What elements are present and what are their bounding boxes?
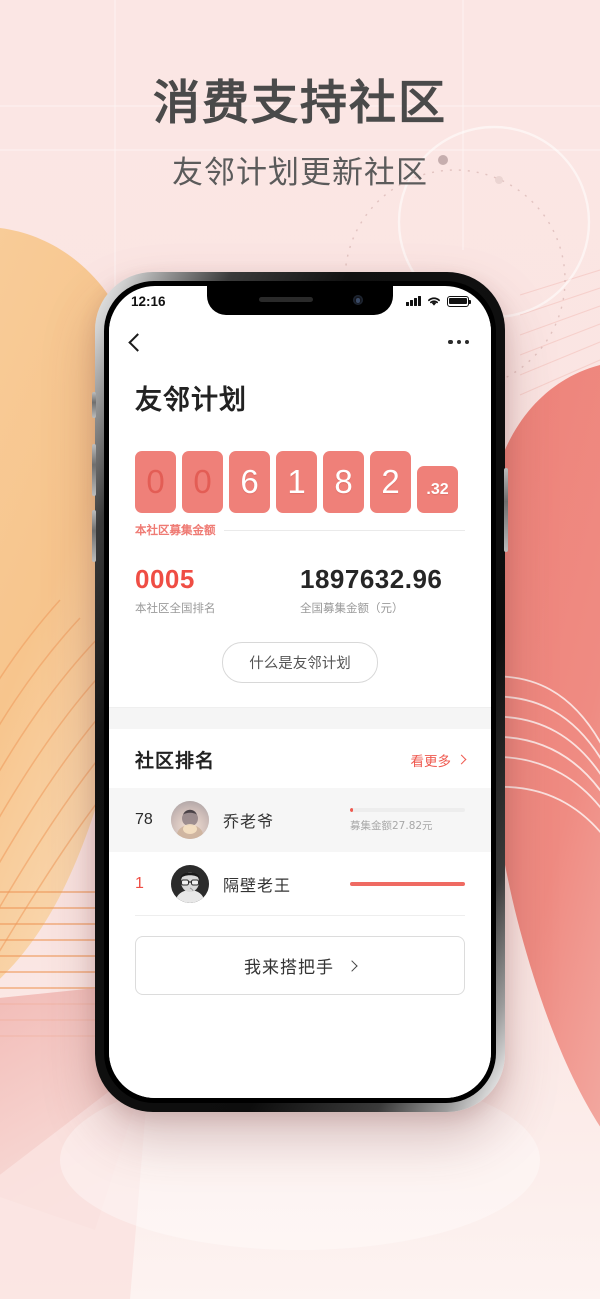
fund-counter: 0 0 6 1 8 2 .32 — [109, 417, 491, 513]
battery-full-icon — [447, 295, 472, 307]
stat-national-total: 1897632.96 全国募集金额（元） — [300, 564, 465, 616]
see-more-link[interactable]: 看更多 — [410, 750, 467, 770]
ranking-title: 社区排名 — [135, 750, 216, 772]
counter-digit: 1 — [276, 451, 317, 513]
stat-rank: 0005 本社区全国排名 — [135, 564, 300, 616]
counter-fraction: .32 — [417, 466, 458, 513]
lend-a-hand-button[interactable]: 我来搭把手 — [135, 936, 465, 995]
rank-amount-label: 募集金额27.82元 — [350, 819, 433, 832]
progress-track — [350, 807, 465, 812]
avatar — [171, 865, 209, 903]
rank-user-name: 乔老爷 — [223, 812, 275, 831]
status-time: 12:16 — [131, 293, 166, 309]
chevron-right-icon — [346, 959, 358, 972]
rank-number: 1 — [135, 875, 144, 892]
cellular-bars-icon — [406, 296, 421, 306]
rank-progress: 募集金额27.82元 — [350, 807, 465, 833]
counter-digit: 6 — [229, 451, 270, 513]
counter-digit: 0 — [135, 451, 176, 513]
volume-up-button[interactable] — [92, 444, 96, 496]
volume-down-button[interactable] — [92, 510, 96, 562]
what-is-plan-button[interactable]: 什么是友邻计划 — [222, 642, 378, 683]
counter-digit: 0 — [182, 451, 223, 513]
fund-label-row: 本社区募集金额 — [109, 513, 491, 538]
app-navbar — [109, 316, 491, 368]
chevron-right-icon — [456, 754, 467, 765]
app-page-title: 友邻计划 — [135, 385, 247, 416]
avatar-portrait-woman — [171, 801, 209, 839]
front-camera-icon — [353, 295, 363, 305]
stat-label: 全国募集金额（元） — [300, 601, 404, 615]
page-subtitle: 友邻计划更新社区 — [172, 154, 428, 191]
power-button[interactable] — [504, 468, 508, 552]
cta-label: 我来搭把手 — [244, 958, 334, 978]
back-chevron-icon[interactable] — [128, 332, 147, 352]
app-content: 友邻计划 0 0 6 1 8 2 .32 本社区募集金额 0005 本社区全国排… — [109, 316, 491, 1098]
wifi-icon — [428, 297, 440, 306]
stat-value: 1897632.96 — [300, 564, 443, 594]
counter-digit: 8 — [323, 451, 364, 513]
stats-row: 0005 本社区全国排名 1897632.96 全国募集金额（元） — [109, 538, 491, 616]
see-more-label: 看更多 — [410, 753, 452, 770]
table-row[interactable]: 1 隔壁老王 — [109, 852, 491, 916]
more-dots-icon[interactable] — [448, 339, 469, 345]
fund-amount-label: 本社区募集金额 — [135, 523, 216, 537]
avatar-portrait-man-glasses — [171, 865, 209, 903]
cta-wrap: 我来搭把手 — [109, 916, 491, 995]
progress-fill — [350, 807, 354, 812]
progress-fill — [350, 882, 465, 886]
phone-bezel: 12:16 友邻计划 0 0 6 1 8 2 .32 本社区募集金额 0005 … — [104, 281, 496, 1103]
status-icons — [406, 295, 472, 307]
rank-progress — [350, 882, 465, 886]
silent-switch[interactable] — [92, 392, 96, 418]
counter-digit: 2 — [370, 451, 411, 513]
divider — [223, 529, 465, 531]
rank-number: 78 — [135, 811, 153, 828]
stat-value: 0005 — [135, 564, 195, 594]
phone-screen: 12:16 友邻计划 0 0 6 1 8 2 .32 本社区募集金额 0005 … — [109, 286, 491, 1098]
notch — [207, 286, 393, 315]
table-row[interactable]: 78 乔老爷 募集金额27.82元 — [109, 788, 491, 852]
ranking-header: 社区排名 看更多 — [109, 729, 491, 788]
stat-label: 本社区全国排名 — [135, 601, 216, 615]
rank-user-name: 隔壁老王 — [223, 876, 292, 895]
explain-button-wrap: 什么是友邻计划 — [109, 616, 491, 683]
avatar — [171, 801, 209, 839]
section-divider — [109, 707, 491, 729]
poster-canvas: 消费支持社区 友邻计划更新社区 12:16 友邻计划 0 0 6 1 8 2 .… — [0, 0, 600, 1299]
earpiece-speaker — [259, 297, 313, 302]
page-title: 消费支持社区 — [153, 76, 447, 131]
poster-headline-block: 消费支持社区 友邻计划更新社区 — [0, 76, 600, 192]
phone-mockup: 12:16 友邻计划 0 0 6 1 8 2 .32 本社区募集金额 0005 … — [92, 272, 508, 1112]
